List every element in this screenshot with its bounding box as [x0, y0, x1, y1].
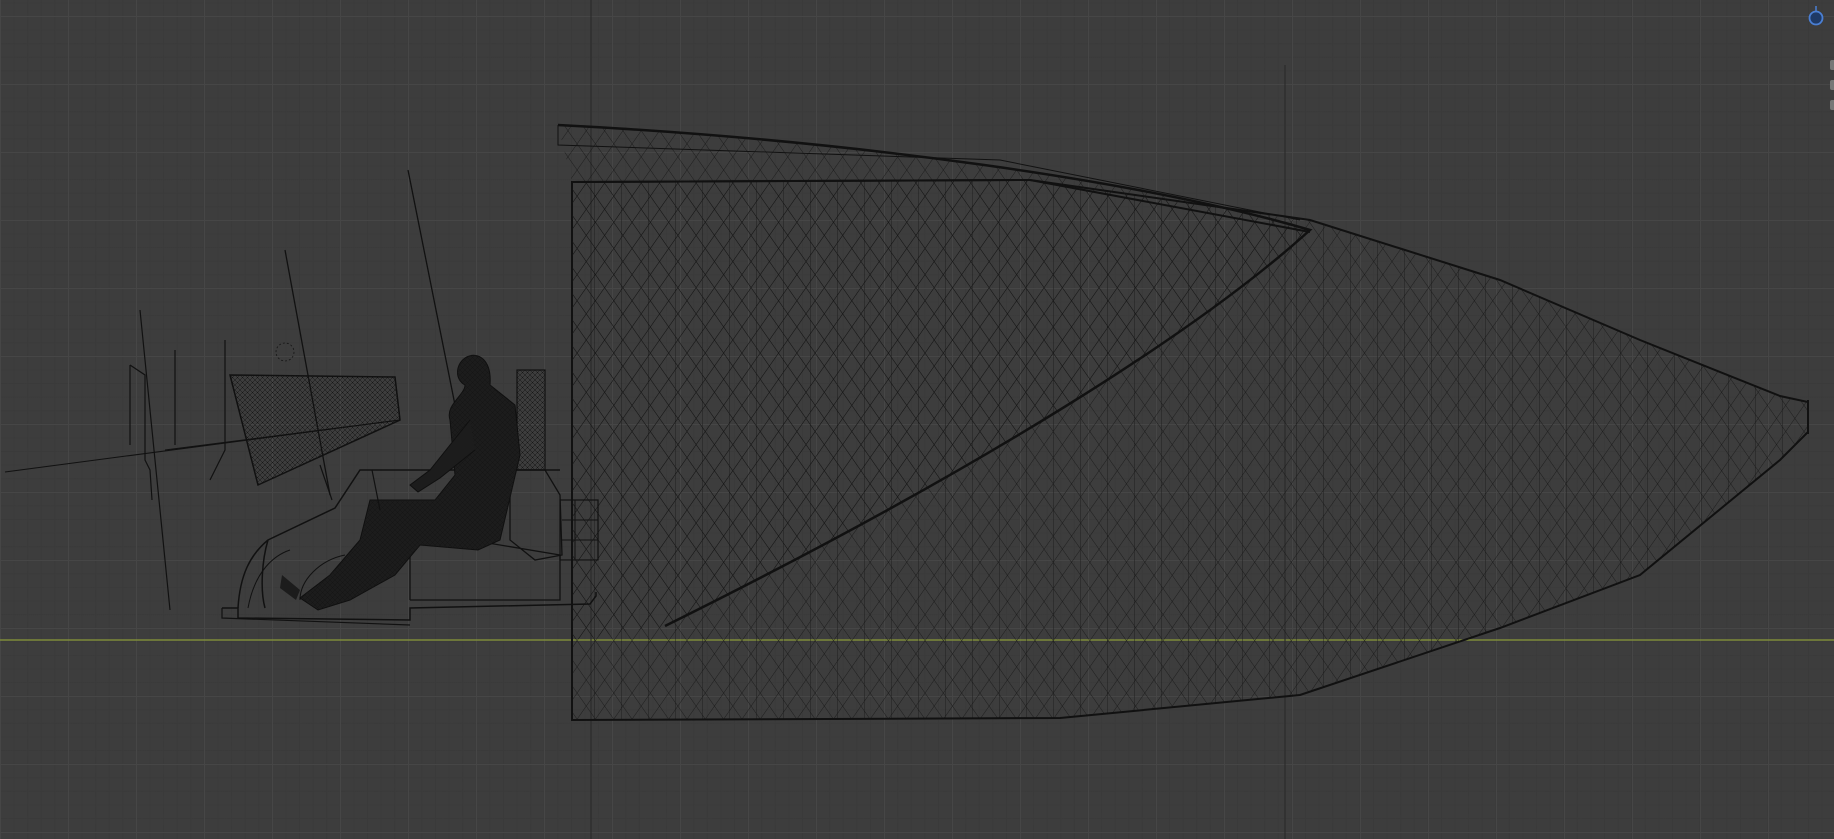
3d-viewport[interactable] [0, 0, 1834, 839]
viewport-side-scrollbar[interactable] [1828, 60, 1834, 120]
view-navigation-gizmo-icon[interactable] [1804, 6, 1828, 30]
scene-wireframe[interactable] [0, 0, 1834, 839]
scroll-tick [1830, 60, 1834, 70]
scroll-tick [1830, 100, 1834, 110]
scroll-tick [1830, 80, 1834, 90]
